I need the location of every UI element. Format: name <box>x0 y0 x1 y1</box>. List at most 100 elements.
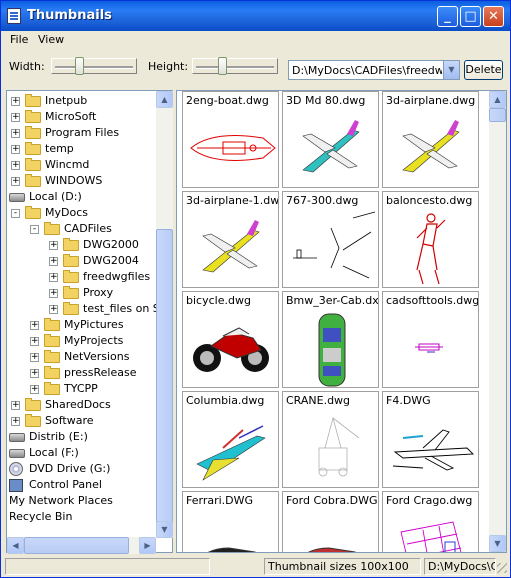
expand-icon[interactable]: + <box>11 161 20 170</box>
expand-icon[interactable]: + <box>49 305 58 314</box>
expand-icon[interactable]: + <box>30 353 39 362</box>
tree-node[interactable]: DVD Drive (G:) <box>7 461 157 477</box>
tree-node[interactable]: + SharedDocs <box>7 397 157 413</box>
chevron-down-icon[interactable]: ▼ <box>443 61 459 79</box>
tree-node[interactable]: Recycle Bin <box>7 509 157 525</box>
scroll-left-arrow-icon[interactable]: ◀ <box>7 537 24 554</box>
tree-horizontal-scrollbar[interactable]: ◀ ▶ <box>7 537 156 554</box>
width-slider[interactable] <box>51 57 137 75</box>
expand-icon[interactable]: + <box>30 337 39 346</box>
tree-node[interactable]: + WINDOWS <box>7 173 157 189</box>
tree-node[interactable]: Distrib (E:) <box>7 429 157 445</box>
tree-node[interactable]: - MyDocs <box>7 205 157 221</box>
height-slider[interactable] <box>192 57 278 75</box>
scroll-right-arrow-icon[interactable]: ▶ <box>139 537 156 554</box>
app-icon[interactable] <box>7 8 21 24</box>
thumbnail-item[interactable]: 3d-airplane-1.dwg <box>182 191 279 288</box>
expand-icon[interactable]: + <box>49 241 58 250</box>
tree-node[interactable]: + MyPictures <box>7 317 157 333</box>
thumbnail-item[interactable]: Ferrari.DWG <box>182 491 279 552</box>
tree-node[interactable]: + NetVersions <box>7 349 157 365</box>
menu-view[interactable]: View <box>38 33 64 46</box>
tree-node[interactable]: + Software <box>7 413 157 429</box>
tree-node-label: MyPictures <box>64 318 124 331</box>
resize-grip-icon[interactable] <box>497 563 507 573</box>
folder-icon <box>25 158 41 171</box>
tree-scroll-thumb[interactable] <box>156 229 173 525</box>
tree-node[interactable]: + TYCPP <box>7 381 157 397</box>
expand-icon[interactable]: + <box>49 289 58 298</box>
thumbnail-item[interactable]: 2eng-boat.dwg <box>182 91 279 188</box>
thumbnail-item[interactable]: baloncesto.dwg <box>382 191 479 288</box>
control-panel-icon <box>9 479 23 492</box>
scroll-up-arrow-icon[interactable]: ▲ <box>489 91 506 108</box>
tree-node[interactable]: + test_files on Sg <box>7 301 167 317</box>
thumbnail-scroll-thumb[interactable] <box>489 108 506 122</box>
status-path: D:\MyDocs\C <box>424 558 496 575</box>
expand-icon[interactable]: + <box>11 401 20 410</box>
thumbnail-item[interactable]: Columbia.dwg <box>182 391 279 488</box>
tree-node[interactable]: + Wincmd <box>7 157 157 173</box>
tree-node[interactable]: Control Panel <box>7 477 157 493</box>
expand-icon[interactable]: + <box>11 113 20 122</box>
thumbnail-grid[interactable]: 2eng-boat.dwg 3D Md 80.dwg 3d-airplane.dwg… <box>176 90 507 553</box>
thumbnail-caption: 2eng-boat.dwg <box>186 94 269 107</box>
expand-icon[interactable]: + <box>11 129 20 138</box>
thumbnail-item[interactable]: 3D Md 80.dwg <box>282 91 379 188</box>
tree-node[interactable]: My Network Places <box>7 493 157 509</box>
tree-node[interactable]: + pressRelease <box>7 365 157 381</box>
tree-node[interactable]: + freedwgfiles <box>7 269 157 285</box>
thumbnail-item[interactable]: F4.DWG <box>382 391 479 488</box>
tree-node[interactable]: + Proxy <box>7 285 157 301</box>
folder-tree[interactable]: + Inetpub + MicroSoft + Program Files + temp + Wi… <box>6 90 173 553</box>
close-button[interactable]: ✕ <box>483 6 504 27</box>
expand-icon[interactable]: + <box>30 321 39 330</box>
path-combobox[interactable]: D:\MyDocs\CADFiles\freedwg ▼ <box>288 60 460 80</box>
tree-node-label: Wincmd <box>45 158 90 171</box>
expand-icon[interactable]: + <box>11 97 20 106</box>
tree-node[interactable]: + temp <box>7 141 157 157</box>
thumbnail-item[interactable]: cadsofttools.dwg <box>382 291 479 388</box>
thumbnail-item[interactable]: 767-300.dwg <box>282 191 379 288</box>
tree-node[interactable]: + MyProjects <box>7 333 157 349</box>
maximize-button[interactable]: □ <box>460 6 481 27</box>
scroll-down-arrow-icon[interactable]: ▼ <box>489 535 506 552</box>
expand-icon[interactable]: + <box>30 369 39 378</box>
scroll-up-arrow-icon[interactable]: ▲ <box>156 91 173 108</box>
expand-icon[interactable]: + <box>11 417 20 426</box>
tree-node[interactable]: + DWG2004 <box>7 253 157 269</box>
minimize-button[interactable]: _ <box>437 6 458 27</box>
title-bar[interactable]: Thumbnails _ □ ✕ <box>1 1 510 31</box>
tree-node[interactable]: + Program Files <box>7 125 157 141</box>
collapse-icon[interactable]: - <box>30 225 39 234</box>
scroll-down-arrow-icon[interactable]: ▼ <box>156 521 173 538</box>
thumbnail-item[interactable]: Ford Cobra.DWG <box>282 491 379 552</box>
tree-node[interactable]: + MicroSoft <box>7 109 157 125</box>
expand-icon[interactable]: + <box>11 145 20 154</box>
tree-node[interactable]: Local (F:) <box>7 445 157 461</box>
thumbnail-item[interactable]: Ford Crago.dwg <box>382 491 479 552</box>
expand-icon[interactable]: + <box>49 257 58 266</box>
collapse-icon[interactable]: - <box>11 209 20 218</box>
delete-button[interactable]: Delete <box>464 60 503 80</box>
expand-icon[interactable]: + <box>30 385 39 394</box>
tree-node[interactable]: + Inetpub <box>7 93 157 109</box>
thumbnail-item[interactable]: 3d-airplane.dwg <box>382 91 479 188</box>
tree-vertical-scrollbar[interactable]: ▲ ▼ <box>156 91 173 538</box>
height-slider-thumb[interactable] <box>218 57 227 75</box>
thumbnail-item[interactable]: bicycle.dwg <box>182 291 279 388</box>
tree-node[interactable]: + DWG2000 <box>7 237 157 253</box>
tree-node[interactable]: - CADFiles <box>7 221 157 237</box>
menu-file[interactable]: File <box>10 33 28 46</box>
status-bar: Thumbnail sizes 100x100 D:\MyDocs\C <box>1 557 510 578</box>
thumbnail-item[interactable]: CRANE.dwg <box>282 391 379 488</box>
width-slider-thumb[interactable] <box>75 57 84 75</box>
thumbnail-caption: 3d-airplane.dwg <box>386 94 476 107</box>
drive-icon <box>9 433 25 442</box>
thumbnail-item[interactable]: Bmw_3er-Cab.dxf <box>282 291 379 388</box>
tree-node[interactable]: Local (D:) <box>7 189 157 205</box>
tree-hscroll-thumb[interactable] <box>24 537 129 554</box>
expand-icon[interactable]: + <box>49 273 58 282</box>
thumbnail-vertical-scrollbar[interactable]: ▲ ▼ <box>489 91 506 552</box>
expand-icon[interactable]: + <box>11 177 20 186</box>
